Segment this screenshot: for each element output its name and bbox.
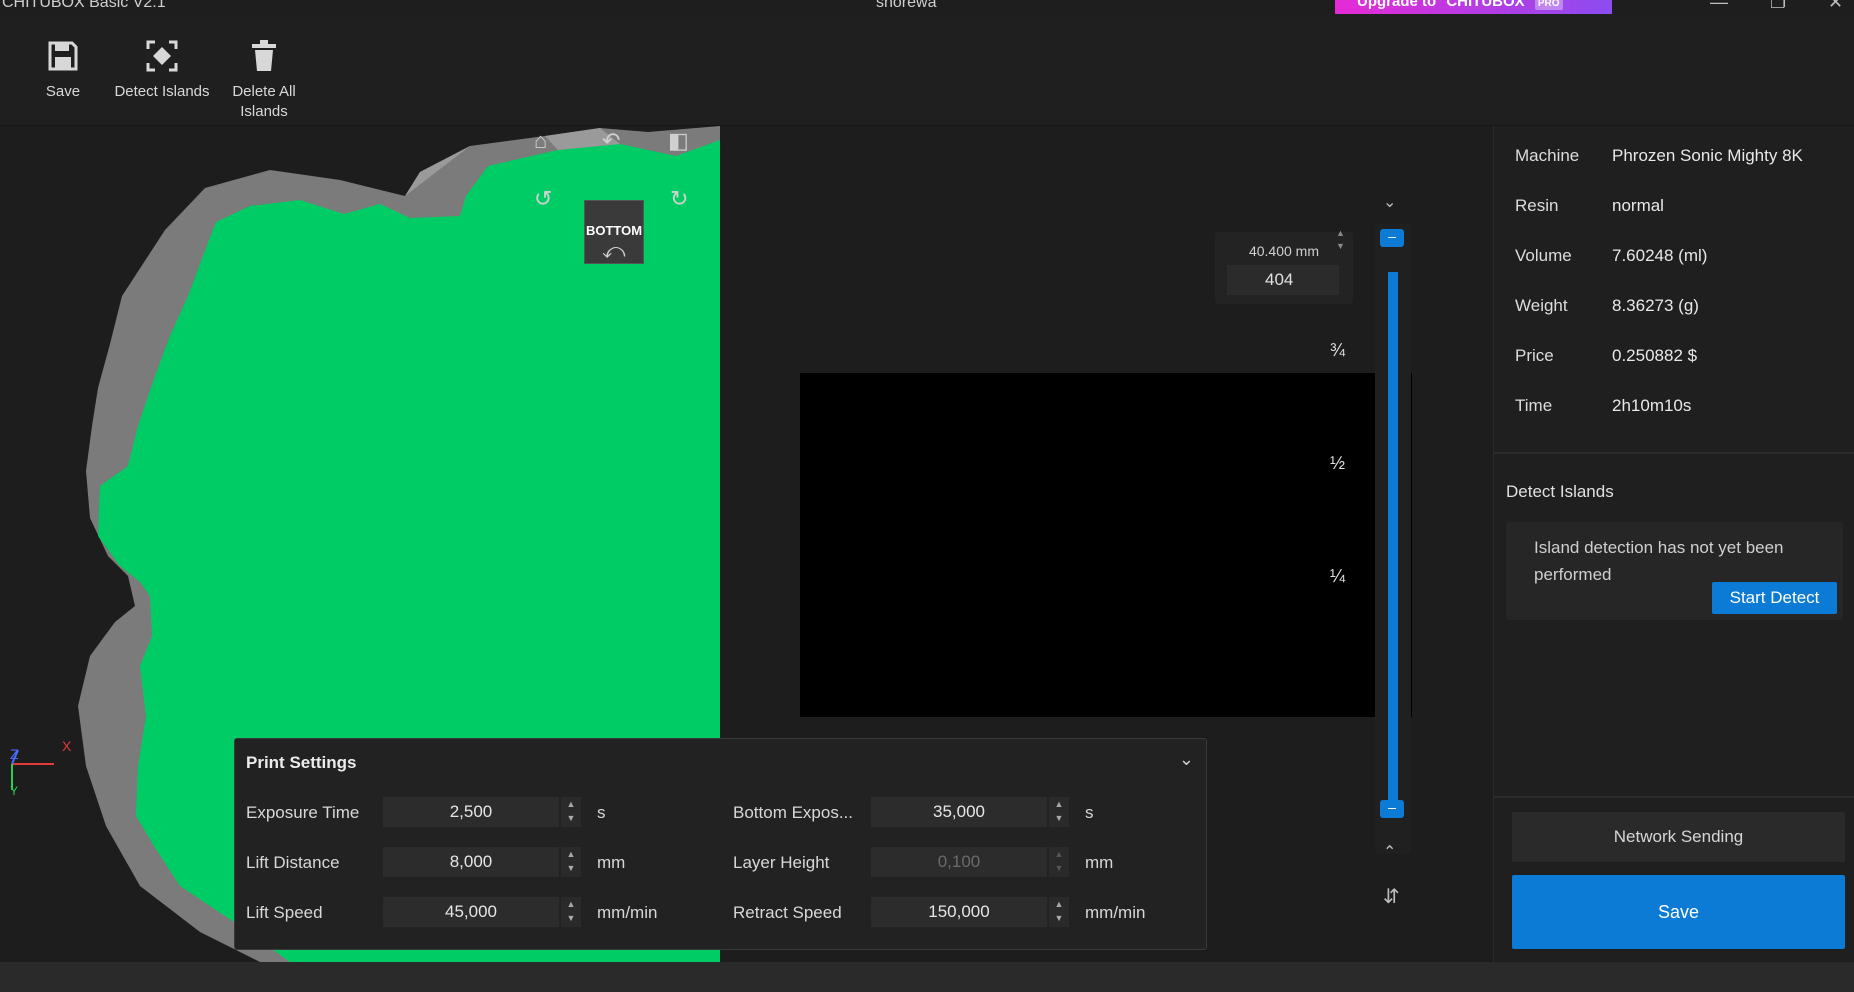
divider: [1494, 452, 1854, 454]
print-settings-panel: Print Settings ⌄ Exposure Time 2,500 ▲ ▼ …: [234, 738, 1207, 950]
lift-speed-unit: mm/min: [597, 903, 658, 922]
bottom-exposure-unit: s: [1085, 803, 1094, 822]
layer-height-box: 40.400 mm: [1215, 232, 1353, 304]
exposure-time-unit: s: [597, 803, 606, 822]
layer-slider-fill: [1388, 272, 1398, 806]
lift-speed-label: Lift Speed: [246, 903, 323, 922]
start-detect-button[interactable]: Start Detect: [1712, 582, 1837, 614]
lift-distance-spinner[interactable]: ▲ ▼: [561, 847, 581, 877]
rotate-right-icon[interactable]: ↻: [670, 186, 688, 212]
file-title: shorewa: [876, 0, 937, 11]
delete-all-islands-button[interactable]: Delete All Islands: [222, 40, 306, 122]
close-icon[interactable]: ✕: [1828, 0, 1843, 13]
fraction-half: ½: [1330, 453, 1346, 473]
detect-status-message: Island detection has not yet been perfor…: [1534, 538, 1784, 584]
right-panel: Machine Phrozen Sonic Mighty 8K Resin no…: [1493, 126, 1854, 962]
exposure-time-input[interactable]: 2,500: [383, 797, 559, 827]
layer-height-unit: mm: [1085, 853, 1114, 872]
title-bar: CHITUBOX Basic V2.1 shorewa Upgrade to C…: [0, 0, 1854, 16]
layer-reset-icon[interactable]: ⇵: [1383, 884, 1400, 909]
time-label: Time: [1515, 396, 1553, 415]
weight-label: Weight: [1515, 296, 1568, 315]
layer-height-mm: 40.400 mm: [1248, 243, 1320, 259]
retract-speed-label: Retract Speed: [733, 903, 842, 922]
divider: [1494, 796, 1854, 798]
retract-speed-unit: mm/min: [1085, 903, 1146, 922]
rotate-down-icon[interactable]: ⤺: [602, 238, 626, 264]
home-view-icon[interactable]: ⌂: [534, 128, 547, 154]
bottom-exposure-input[interactable]: 35,000: [871, 797, 1047, 827]
retract-speed-input[interactable]: 150,000: [871, 897, 1047, 927]
detect-islands-box: Island detection has not yet been perfor…: [1506, 522, 1843, 620]
rotate-up-icon[interactable]: ↶: [602, 128, 620, 154]
restore-icon[interactable]: ❐: [1770, 0, 1786, 13]
resin-value: normal: [1612, 196, 1664, 215]
iso-view-icon[interactable]: ◧: [668, 128, 689, 154]
trash-icon: [252, 40, 276, 71]
machine-label: Machine: [1515, 146, 1580, 165]
detect-islands-icon: [146, 40, 178, 72]
detect-islands-button[interactable]: Detect Islands: [110, 40, 214, 102]
lift-distance-unit: mm: [597, 853, 626, 872]
layer-height-input: 0,100: [871, 847, 1047, 877]
slider-bottom-handle[interactable]: –: [1380, 800, 1404, 818]
layer-height-label: Layer Height: [733, 853, 830, 872]
lift-distance-input[interactable]: 8,000: [383, 847, 559, 877]
status-bar: [0, 962, 1854, 992]
network-sending-button[interactable]: Network Sending: [1512, 812, 1845, 862]
retract-speed-spinner[interactable]: ▲ ▼: [1049, 897, 1069, 927]
print-settings-title: Print Settings: [246, 753, 357, 772]
pro-badge: PRO: [1534, 0, 1563, 10]
detect-islands-title: Detect Islands: [1506, 482, 1614, 501]
bottom-exposure-label: Bottom Expos...: [733, 803, 853, 822]
exposure-time-spinner[interactable]: ▲ ▼: [561, 797, 581, 827]
upgrade-label: Upgrade to: [1357, 0, 1437, 10]
fraction-quarter: ¼: [1330, 566, 1346, 586]
layer-number-input[interactable]: [1227, 265, 1339, 295]
save-tool-label: Save: [45, 83, 81, 100]
axis-gizmo-icon: [11, 749, 54, 790]
price-label: Price: [1515, 346, 1554, 365]
exposure-time-label: Exposure Time: [246, 803, 360, 822]
app-title: CHITUBOX Basic V2.1: [2, 0, 166, 11]
price-value: 0.250882 $: [1612, 346, 1698, 365]
save-button[interactable]: Save: [1512, 875, 1845, 949]
fraction-three-quarter: ¾: [1330, 340, 1346, 360]
upgrade-brand: CHITUBOX: [1446, 0, 1525, 10]
lift-distance-label: Lift Distance: [246, 853, 340, 872]
slider-top-handle[interactable]: –: [1380, 229, 1404, 247]
bottom-exposure-spinner[interactable]: ▲ ▼: [1049, 797, 1069, 827]
resin-label: Resin: [1515, 196, 1559, 215]
weight-value: 8.36273 (g): [1612, 296, 1699, 315]
layer-preview: [800, 373, 1412, 717]
volume-value: 7.60248 (ml): [1612, 246, 1708, 265]
collapse-chevron-icon[interactable]: ⌄: [1179, 749, 1194, 770]
toolbar: Save Detect Islands Delete All Islands: [0, 14, 1854, 126]
rotate-left-icon[interactable]: ↺: [534, 186, 552, 212]
layer-height-spinner: ▲ ▼: [1049, 847, 1069, 877]
machine-value: Phrozen Sonic Mighty 8K: [1612, 146, 1803, 165]
detect-islands-label: Detect Islands: [114, 83, 210, 100]
slider-up-chevron-icon[interactable]: ⌃: [1383, 842, 1396, 862]
lift-speed-input[interactable]: 45,000: [383, 897, 559, 927]
delete-all-islands-label: Delete All Islands: [232, 83, 296, 120]
lift-speed-spinner[interactable]: ▲ ▼: [561, 897, 581, 927]
save-tool-button[interactable]: Save: [36, 40, 90, 102]
layer-spin-down-icon[interactable]: ▼: [1336, 241, 1345, 251]
time-value: 2h10m10s: [1612, 396, 1692, 415]
save-icon: [48, 41, 78, 71]
minimize-icon[interactable]: —: [1710, 0, 1728, 13]
slider-down-chevron-icon[interactable]: ⌄: [1383, 192, 1396, 212]
layer-spin-up-icon[interactable]: ▲: [1336, 228, 1345, 238]
volume-label: Volume: [1515, 246, 1572, 265]
